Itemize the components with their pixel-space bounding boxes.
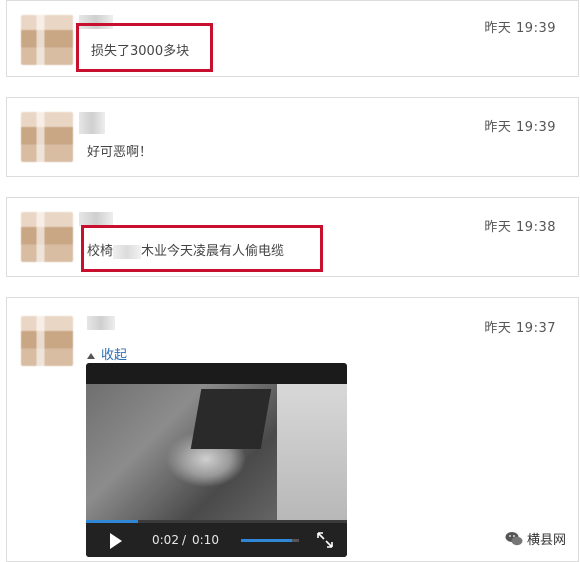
video-frame[interactable] [86, 384, 347, 520]
avatar[interactable] [21, 212, 73, 262]
avatar[interactable] [21, 112, 73, 162]
comment-time: 昨天 19:38 [484, 220, 556, 235]
video-scene-light [277, 384, 347, 520]
duration: 0:10 [192, 533, 219, 547]
video-controls: 0:02 / 0:10 [86, 523, 347, 557]
fullscreen-icon[interactable] [317, 532, 333, 548]
collapse-arrow-icon [87, 352, 95, 359]
video-scene-dark [190, 389, 272, 449]
comment-card-1: 昨天 19:39 损失了3000多块 [6, 0, 579, 77]
username-blurred[interactable] [79, 112, 105, 134]
video-player[interactable]: 0:02 / 0:10 [86, 363, 347, 557]
collapse-label: 收起 [101, 348, 128, 363]
comment-time: 昨天 19:39 [484, 21, 556, 36]
current-time: 0:02 [152, 533, 179, 547]
avatar[interactable] [21, 15, 73, 65]
avatar[interactable] [21, 316, 73, 366]
highlight-box [76, 23, 213, 72]
watermark: 横县网 [505, 529, 566, 548]
volume-slider[interactable] [241, 539, 299, 542]
comment-card-3: 昨天 19:38 校椅 木业今天凌晨有人偷电缆 [6, 197, 579, 277]
comment-text: 好可恶啊！ [87, 145, 153, 160]
username-blurred[interactable] [87, 316, 115, 330]
collapse-link[interactable]: 收起 [87, 344, 127, 363]
wechat-icon [505, 531, 523, 547]
watermark-text: 横县网 [526, 533, 566, 548]
volume-fill [241, 539, 293, 542]
play-icon[interactable] [110, 533, 122, 549]
time-separator: / [182, 533, 187, 547]
comment-card-2: 昨天 19:39 好可恶啊！ [6, 97, 579, 177]
comment-time: 昨天 19:37 [484, 321, 556, 336]
highlight-box [81, 225, 323, 272]
comment-time: 昨天 19:39 [484, 120, 556, 135]
username-blurred[interactable] [79, 212, 113, 226]
